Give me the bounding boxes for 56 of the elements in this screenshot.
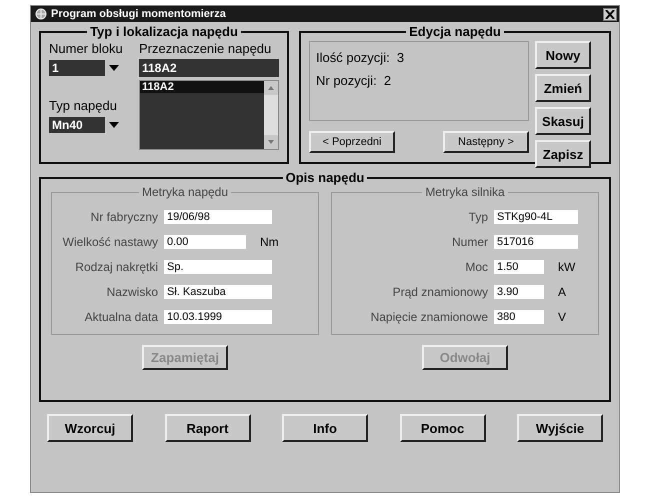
- field-label: Numer bloku: [49, 41, 124, 56]
- caret-icon: [109, 122, 119, 128]
- bottom-button[interactable]: Raport: [164, 414, 250, 442]
- action-button[interactable]: Zmień: [535, 74, 591, 102]
- input-field[interactable]: 0.00: [164, 235, 246, 249]
- list-item[interactable]: 118A2: [140, 81, 264, 93]
- bottom-button[interactable]: Wyjście: [517, 414, 603, 442]
- input-field[interactable]: STKg90-4L: [494, 210, 578, 224]
- info-text: Ilość pozycji: 3: [316, 50, 406, 65]
- field-label: Przeznaczenie napędu: [139, 41, 272, 56]
- scrollbar[interactable]: [264, 81, 278, 149]
- unit-label: V: [558, 310, 566, 324]
- input-field[interactable]: Sp.: [164, 260, 272, 274]
- field-label: Numer: [450, 235, 488, 249]
- close-button[interactable]: [603, 8, 617, 20]
- unit-label: kW: [558, 260, 576, 274]
- bottom-button[interactable]: Wzorcuj: [47, 414, 133, 442]
- panel-title: Metryka silnika: [424, 185, 506, 199]
- field-label: Nr fabryczny: [90, 210, 158, 224]
- field-label: Aktualna data: [84, 310, 158, 324]
- input-field[interactable]: Sł. Kaszuba: [164, 285, 272, 299]
- input-field[interactable]: 517016: [494, 235, 578, 249]
- bottom-button[interactable]: Info: [282, 414, 368, 442]
- nav-button[interactable]: Następny >: [443, 131, 529, 153]
- panel-title: Metryka napędu: [140, 185, 230, 199]
- group-title: Typ i lokalizacja napędu: [89, 24, 239, 39]
- input-field[interactable]: 3.90: [494, 285, 544, 299]
- field-label: Nazwisko: [106, 285, 158, 299]
- input-field[interactable]: 1.50: [494, 260, 544, 274]
- bottom-button[interactable]: Pomoc: [400, 414, 486, 442]
- input-field[interactable]: 380: [494, 310, 544, 324]
- field-label: Prąd znamionowy: [392, 285, 488, 299]
- globe-icon: [35, 8, 47, 20]
- field-label: Napięcie znamionowe: [370, 310, 488, 324]
- input-field[interactable]: 19/06/98: [164, 210, 272, 224]
- scroll-up-icon: [264, 81, 278, 95]
- field-label: Rodzaj nakrętki: [74, 260, 158, 274]
- action-button[interactable]: Zapisz: [535, 140, 591, 168]
- group-title: Edycja napędu: [408, 24, 502, 39]
- action-button[interactable]: Skasuj: [535, 107, 591, 135]
- nav-button[interactable]: < Poprzedni: [309, 131, 395, 153]
- unit-label: A: [558, 285, 566, 299]
- purpose-field[interactable]: 118A2: [139, 59, 279, 77]
- input-field[interactable]: 10.03.1999: [164, 310, 272, 324]
- scroll-down-icon: [264, 135, 278, 149]
- close-icon: [605, 10, 615, 18]
- info-text: Nr pozycji: 2: [316, 73, 392, 88]
- field-label: Typ napędu: [49, 98, 118, 113]
- field-label: Moc: [464, 260, 488, 274]
- window-title: Program obsługi momentomierza: [51, 8, 226, 20]
- field-label: Wielkość nastawy: [62, 235, 158, 249]
- action-button[interactable]: Nowy: [535, 41, 591, 69]
- group-title: Opis napędu: [284, 170, 366, 185]
- caret-icon: [109, 65, 119, 71]
- unit-label: Nm: [260, 235, 279, 249]
- field-label: Typ: [468, 210, 488, 224]
